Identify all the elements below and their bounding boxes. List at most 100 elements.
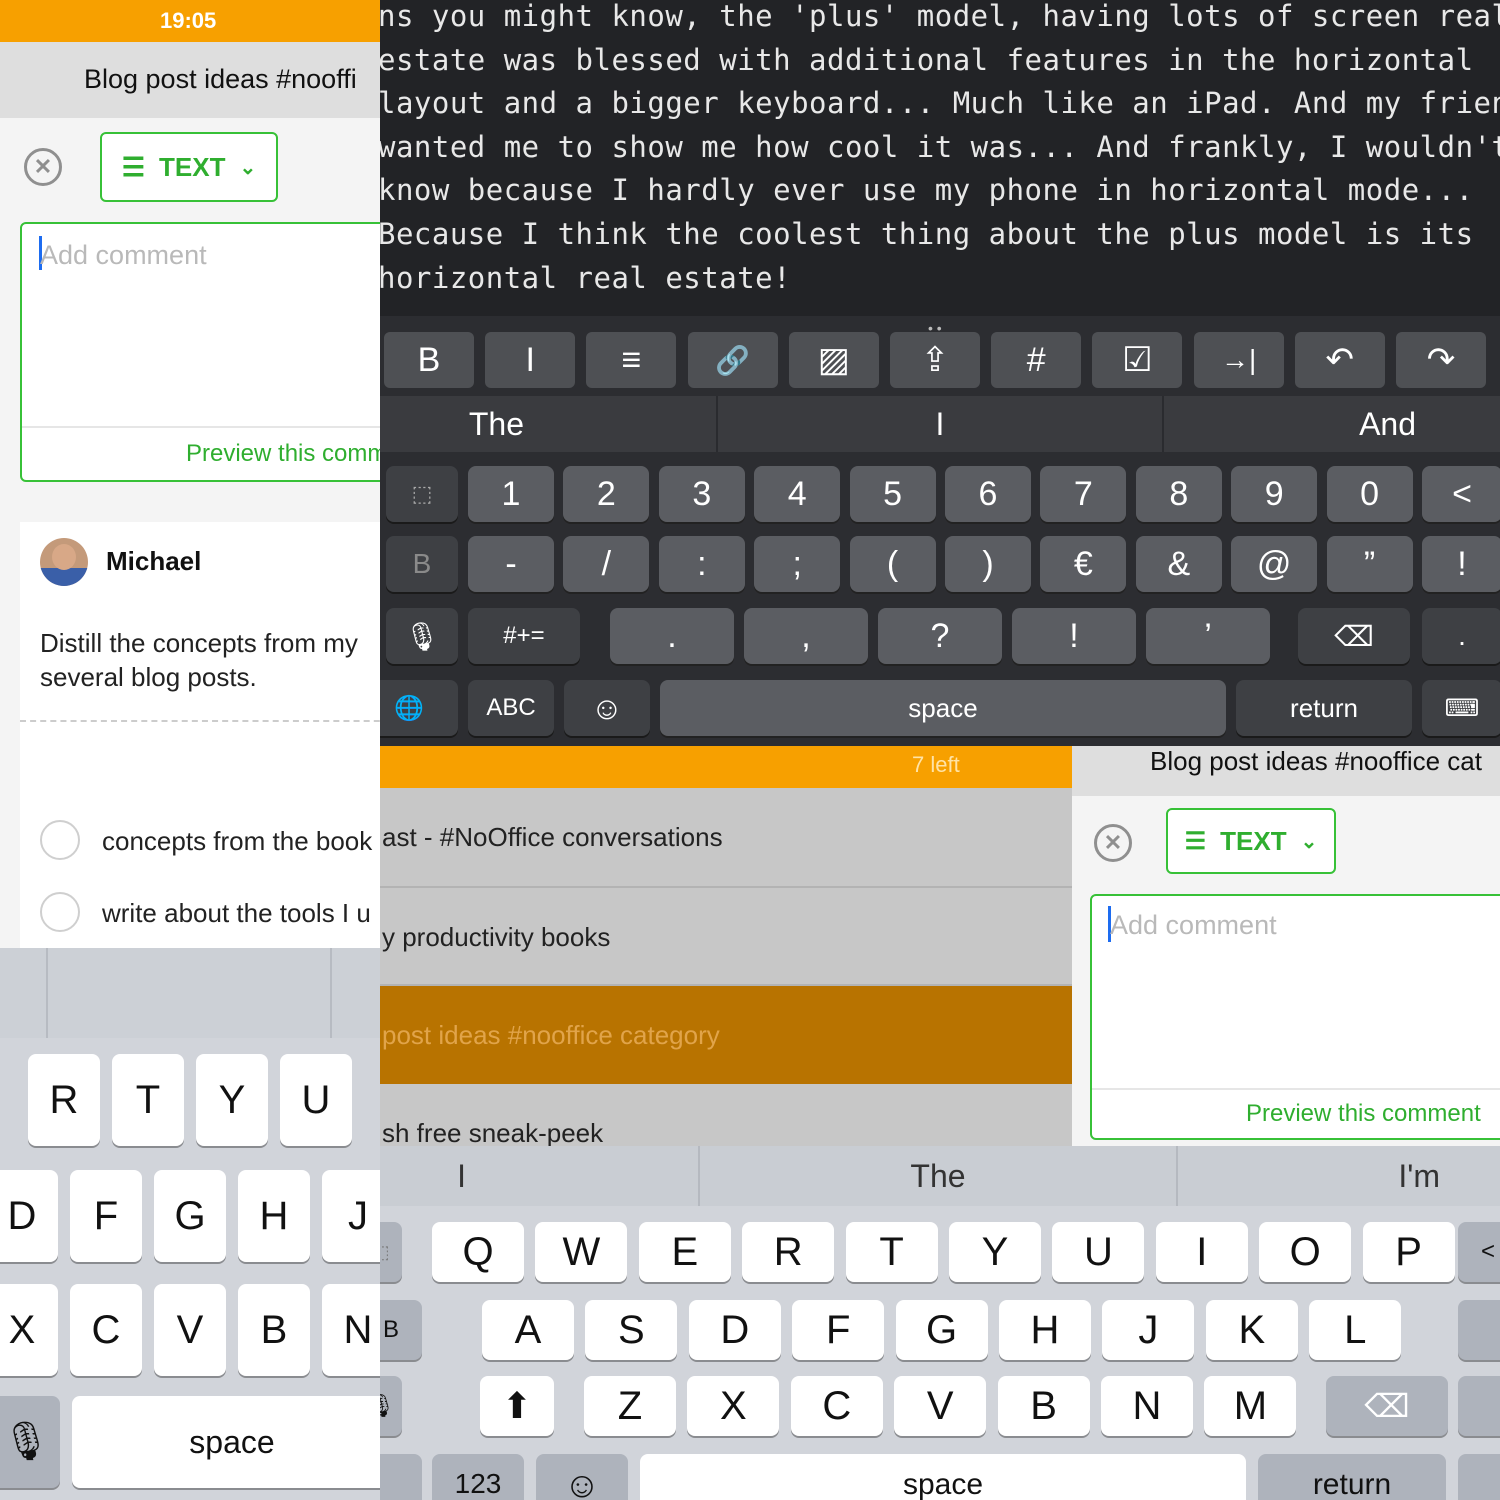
italic-button[interactable]: I <box>485 332 576 388</box>
digit-key[interactable]: 7 <box>1040 466 1127 522</box>
symbol-key[interactable]: & <box>1135 536 1222 592</box>
digit-key[interactable]: 2 <box>563 466 650 522</box>
emoji-key[interactable]: ☺ <box>536 1454 628 1500</box>
letter-key[interactable]: Q <box>432 1222 524 1282</box>
period-key[interactable]: . <box>1422 608 1500 664</box>
less-than-key[interactable]: < <box>1422 466 1500 522</box>
globe-key[interactable]: 🌐 <box>380 680 458 736</box>
suggestion-item[interactable]: I <box>380 1146 700 1206</box>
letter-key[interactable]: X <box>0 1284 58 1376</box>
shift-key-right[interactable] <box>1458 1376 1500 1436</box>
space-key[interactable]: space <box>660 680 1226 736</box>
shift-key[interactable]: ⬆ <box>480 1376 554 1436</box>
suggestion-item[interactable]: I <box>718 396 1164 452</box>
letter-key[interactable]: O <box>1259 1222 1352 1282</box>
digit-key[interactable]: 6 <box>945 466 1031 522</box>
numbers-key[interactable]: 123 <box>432 1454 524 1500</box>
letter-key[interactable]: P <box>1362 1222 1455 1282</box>
digit-key[interactable]: 8 <box>1135 466 1222 522</box>
symbol-key[interactable]: @ <box>1231 536 1318 592</box>
suggestion-item[interactable]: The <box>700 1146 1178 1206</box>
digit-key[interactable]: 9 <box>1231 466 1318 522</box>
letter-key[interactable]: T <box>845 1222 938 1282</box>
bold-key[interactable]: B <box>380 1300 422 1360</box>
letter-key[interactable]: J <box>1102 1300 1195 1360</box>
symbol-key[interactable]: - <box>468 536 554 592</box>
digit-key[interactable]: 4 <box>754 466 841 522</box>
comment-input[interactable]: Add comment Preview this comment <box>1090 894 1500 1140</box>
letter-key[interactable]: Z <box>584 1376 676 1436</box>
preview-comment-link[interactable]: Preview this comm <box>186 440 380 468</box>
return-key[interactable]: return <box>1236 680 1412 736</box>
indent-button[interactable]: →| <box>1193 332 1284 388</box>
letter-key[interactable]: C <box>70 1284 142 1376</box>
more-symbols-key[interactable]: #+= <box>468 608 580 664</box>
letter-key[interactable]: G <box>895 1300 988 1360</box>
redo-button[interactable]: ↷ <box>1396 332 1486 388</box>
letter-key[interactable]: B <box>238 1284 310 1376</box>
letter-key[interactable]: N <box>1101 1376 1193 1436</box>
suggestion-item[interactable]: The <box>380 396 718 452</box>
letter-key[interactable]: E <box>638 1222 731 1282</box>
preview-comment-link[interactable]: Preview this comment <box>1246 1100 1481 1128</box>
letter-key[interactable]: A <box>482 1300 574 1360</box>
digit-key[interactable]: 5 <box>849 466 936 522</box>
backspace-key-partial[interactable]: < <box>1458 1222 1500 1282</box>
letter-key[interactable]: H <box>238 1170 310 1262</box>
symbol-key[interactable]: € <box>1040 536 1127 592</box>
symbol-key[interactable]: ; <box>754 536 841 592</box>
symbol-key[interactable]: ” <box>1326 536 1413 592</box>
letter-key[interactable]: W <box>535 1222 628 1282</box>
microphone-key[interactable]: 🎙 <box>380 1376 402 1436</box>
symbol-key[interactable]: ( <box>849 536 936 592</box>
undo-button[interactable]: ↶ <box>1294 332 1385 388</box>
letter-key[interactable]: V <box>154 1284 226 1376</box>
image-button[interactable]: ▨ <box>788 332 879 388</box>
suggestion-item[interactable]: I'm <box>1178 1146 1500 1206</box>
letter-key[interactable]: U <box>280 1054 352 1146</box>
letter-key[interactable]: B <box>997 1376 1090 1436</box>
share-button[interactable]: ⇪ <box>890 332 980 388</box>
keyboard-hide-key[interactable] <box>1458 1454 1500 1500</box>
text-type-button[interactable]: ☰ TEXT ⌄ <box>1166 808 1336 874</box>
space-key[interactable]: space <box>72 1396 380 1488</box>
letter-key[interactable]: L <box>1309 1300 1402 1360</box>
letter-key[interactable]: H <box>999 1300 1091 1360</box>
comment-input[interactable]: Add comment Preview this comm <box>20 222 380 482</box>
digit-key[interactable]: 0 <box>1326 466 1413 522</box>
list-item[interactable]: y productivity books <box>380 888 1072 986</box>
punctuation-key[interactable]: ? <box>878 608 1002 664</box>
letter-key[interactable]: R <box>28 1054 100 1146</box>
select-text-key[interactable]: ⬚ <box>386 466 458 522</box>
letter-key[interactable]: M <box>1204 1376 1297 1436</box>
letter-key[interactable]: X <box>687 1376 780 1436</box>
bold-button[interactable]: B <box>384 332 474 388</box>
abc-key[interactable]: ABC <box>468 680 554 736</box>
letter-key[interactable]: C <box>790 1376 883 1436</box>
letter-key[interactable]: Y <box>196 1054 268 1146</box>
suggestion-item[interactable]: And <box>1164 396 1500 452</box>
microphone-key[interactable]: 🎙 <box>0 1396 60 1488</box>
letter-key[interactable]: N <box>322 1284 380 1376</box>
digit-key[interactable]: 1 <box>468 466 554 522</box>
keyboard-hide-key[interactable]: ⌨ <box>1422 680 1500 736</box>
punctuation-key[interactable]: , <box>744 608 868 664</box>
letter-key[interactable]: K <box>1205 1300 1298 1360</box>
close-icon[interactable]: ✕ <box>1094 824 1132 862</box>
exclamation-key[interactable]: ! <box>1422 536 1500 592</box>
letter-key[interactable]: U <box>1052 1222 1145 1282</box>
punctuation-key[interactable]: . <box>610 608 734 664</box>
letter-key[interactable]: I <box>1155 1222 1248 1282</box>
letter-key[interactable]: Y <box>949 1222 1041 1282</box>
digit-key[interactable]: 3 <box>658 466 745 522</box>
list-item[interactable]: sh free sneak-peek <box>380 1084 1072 1146</box>
space-key[interactable]: space <box>640 1454 1246 1500</box>
letter-key[interactable]: D <box>688 1300 781 1360</box>
letter-key[interactable]: G <box>154 1170 226 1262</box>
letter-key[interactable]: S <box>585 1300 678 1360</box>
dictation-key[interactable] <box>380 1454 422 1500</box>
link-button[interactable]: 🔗 <box>687 332 778 388</box>
list-item[interactable]: ast - #NoOffice conversations <box>380 788 1072 888</box>
delete-key[interactable]: ⌫ <box>1298 608 1410 664</box>
hashtag-button[interactable]: # <box>991 332 1082 388</box>
